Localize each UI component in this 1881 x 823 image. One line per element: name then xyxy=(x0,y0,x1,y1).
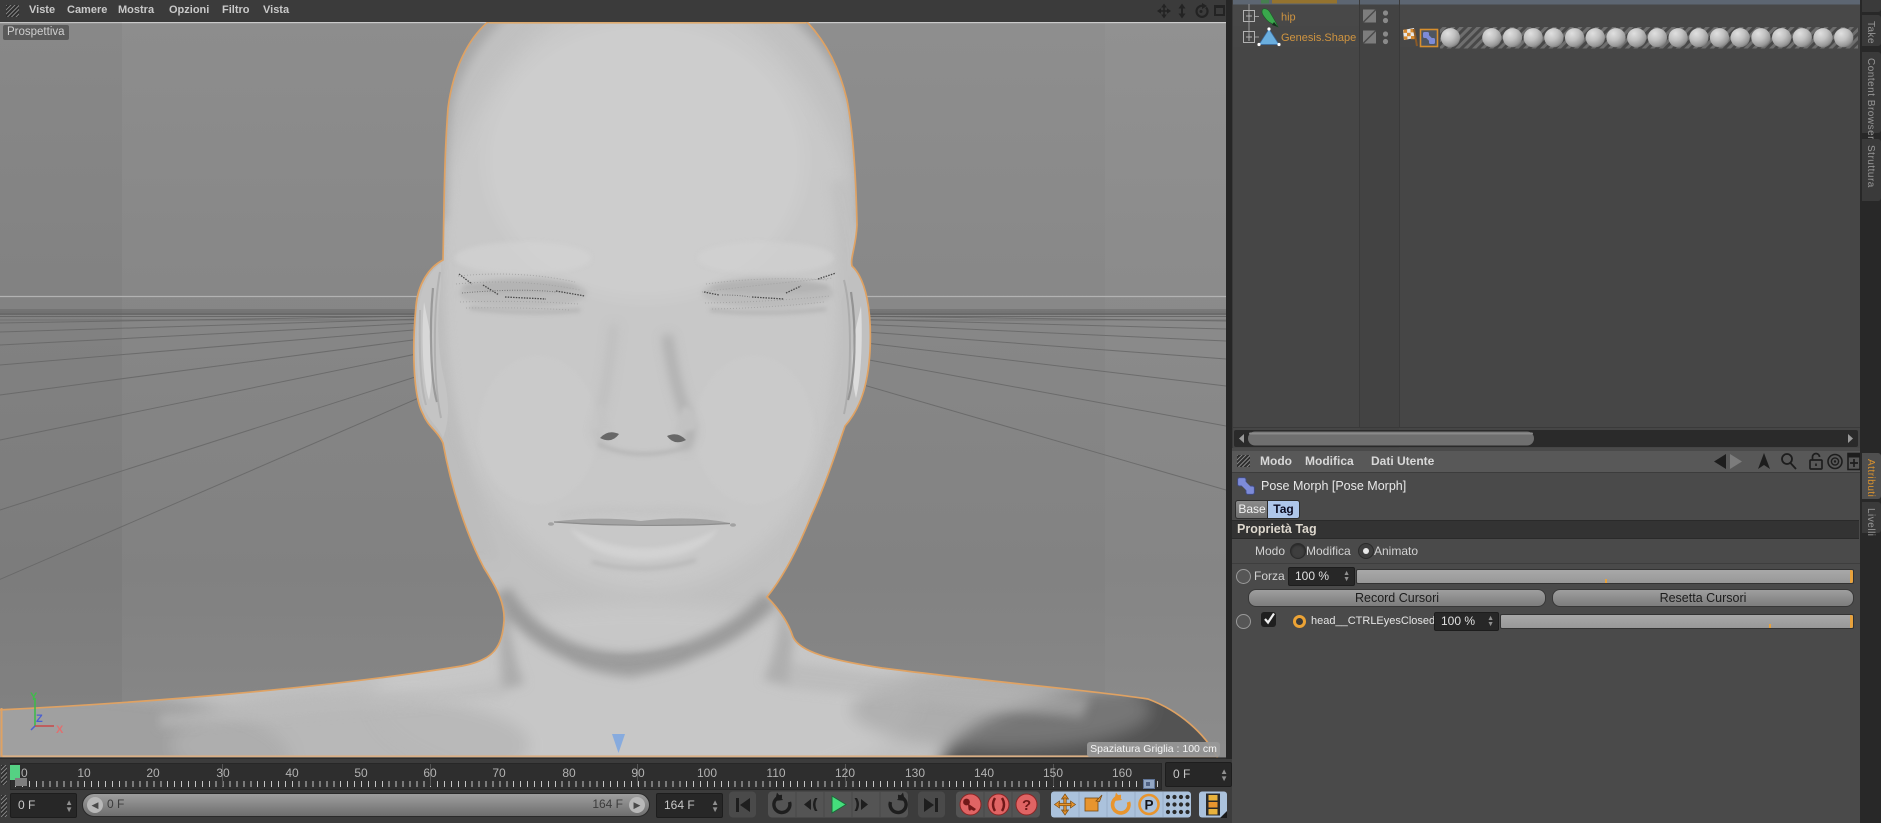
svg-text:Genesis.Shape: Genesis.Shape xyxy=(1281,32,1356,44)
svg-text:X: X xyxy=(56,724,64,736)
svg-text:?: ? xyxy=(1022,797,1031,814)
svg-text:hip: hip xyxy=(1281,12,1296,24)
svg-text:Y: Y xyxy=(30,691,38,703)
svg-text:P: P xyxy=(1145,798,1154,813)
svg-text:Z: Z xyxy=(36,713,43,725)
